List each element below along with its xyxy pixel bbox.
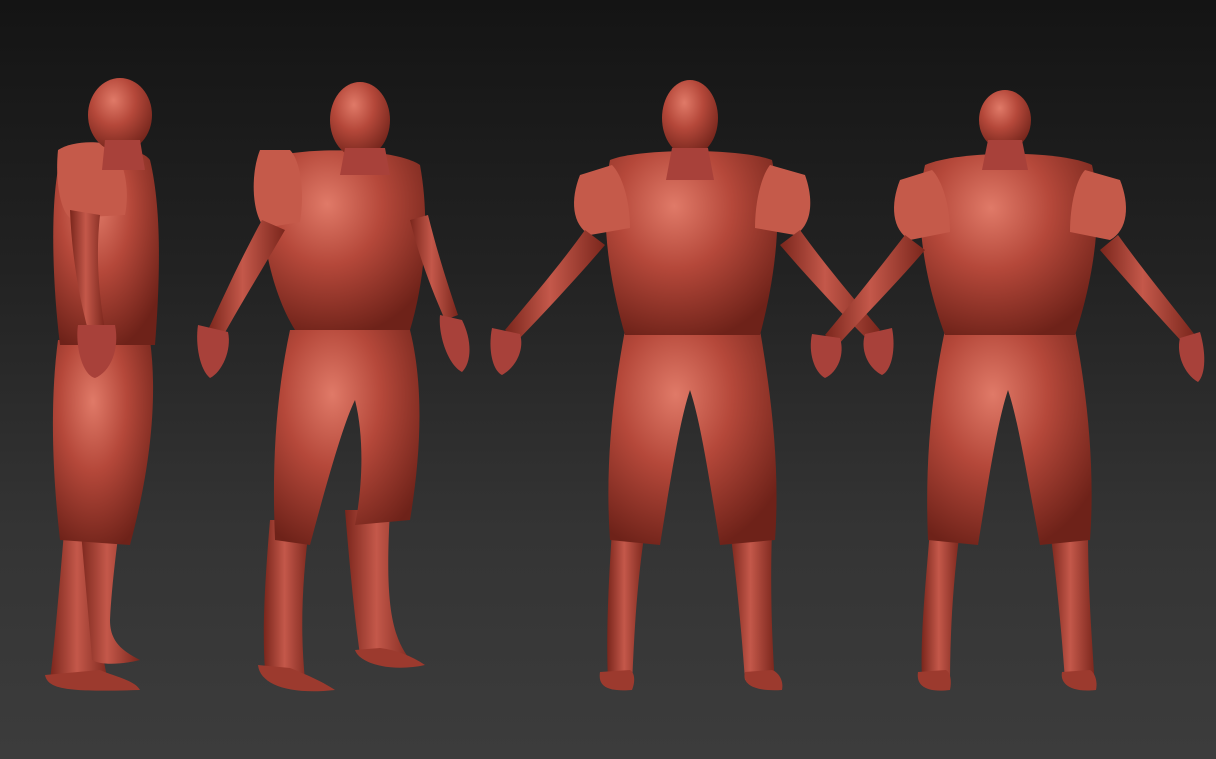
front-head xyxy=(662,80,718,156)
tq-foot-right xyxy=(355,648,425,668)
front-neck xyxy=(666,148,714,180)
sculpt-viewport[interactable] xyxy=(0,0,1216,759)
front-arm-right xyxy=(780,230,880,340)
tq-leg-right xyxy=(345,510,415,665)
tq-neck xyxy=(340,148,390,175)
front-arm-left xyxy=(505,230,605,340)
front-leg-right xyxy=(730,530,775,685)
front-hand-left xyxy=(490,328,522,375)
tq-shoulder-pad-left xyxy=(253,150,302,228)
back-foot-right xyxy=(1061,670,1097,691)
tq-hand-right xyxy=(439,315,470,372)
front-hand-right xyxy=(863,328,894,375)
back-pants xyxy=(927,330,1092,545)
front-foot-left xyxy=(599,670,635,691)
back-torso xyxy=(920,153,1097,335)
front-pants xyxy=(608,330,777,545)
back-neck xyxy=(982,140,1028,170)
back-view-figure xyxy=(810,90,1205,691)
back-foot-left xyxy=(917,670,951,691)
back-hand-left xyxy=(810,334,842,378)
back-hand-right xyxy=(1178,332,1205,382)
tq-head xyxy=(330,82,390,158)
front-view-figure xyxy=(490,80,894,691)
back-leg-left xyxy=(921,530,960,688)
three-quarter-view-figure xyxy=(197,82,470,692)
side-neck xyxy=(102,140,145,170)
sculpt-scene xyxy=(45,78,1205,692)
back-leg-right xyxy=(1050,530,1095,688)
front-foot-right xyxy=(744,670,783,691)
side-view-figure xyxy=(45,78,159,691)
front-leg-left xyxy=(607,530,645,685)
tq-hand-left xyxy=(197,325,229,378)
back-arm-right xyxy=(1100,235,1195,345)
